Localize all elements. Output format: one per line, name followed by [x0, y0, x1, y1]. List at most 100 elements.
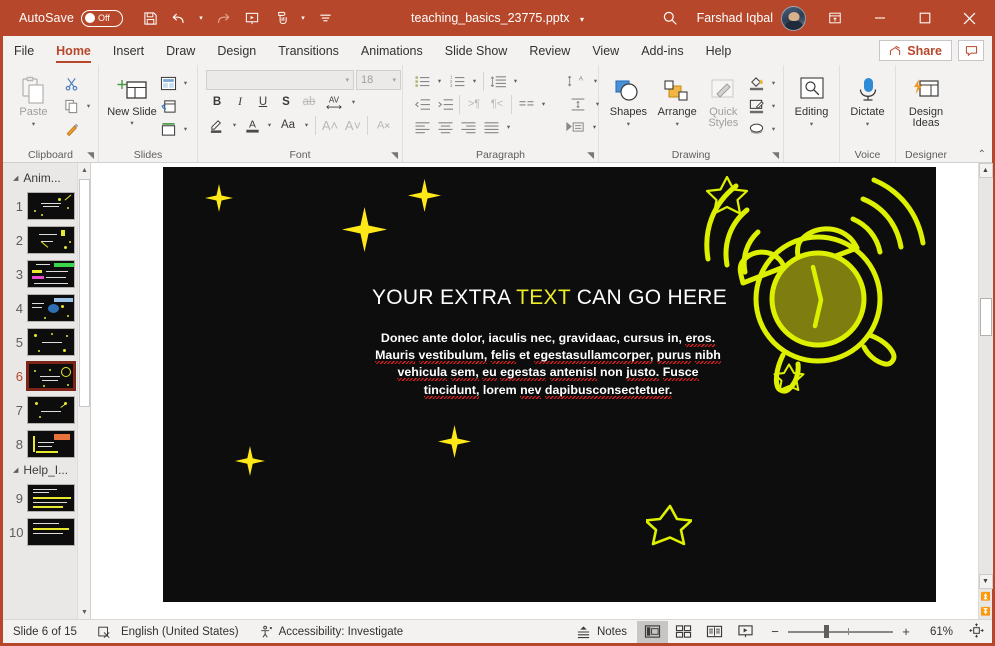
slide-layout-icon[interactable] — [157, 72, 179, 94]
collapse-ribbon-icon[interactable]: ⌃ — [978, 149, 986, 160]
columns-icon[interactable] — [515, 93, 537, 115]
tab-animations[interactable]: Animations — [350, 36, 434, 65]
line-spacing-caret[interactable]: ▾ — [510, 77, 521, 85]
align-center-icon[interactable] — [434, 116, 456, 138]
start-presentation-icon[interactable] — [239, 5, 265, 31]
character-spacing-caret[interactable]: ▾ — [348, 98, 359, 106]
accessibility-status[interactable]: Accessibility: Investigate — [249, 620, 414, 643]
notes-button[interactable]: Notes — [566, 620, 637, 643]
design-ideas-button[interactable]: Design Ideas — [900, 70, 952, 129]
thumbnail-scroll-thumb[interactable] — [79, 179, 90, 407]
paste-dropdown-caret[interactable]: ▾ — [28, 120, 39, 128]
increase-font-size-button[interactable]: A˄ — [319, 114, 341, 136]
quick-styles-button[interactable]: Quick Styles — [702, 70, 745, 129]
shape-outline-caret[interactable]: ▾ — [768, 102, 779, 110]
bullets-caret[interactable]: ▾ — [434, 77, 445, 85]
next-slide-button[interactable]: ⏬ — [979, 604, 993, 619]
zoom-out-button[interactable]: − — [769, 624, 781, 639]
dictate-caret[interactable]: ▾ — [862, 120, 873, 128]
customize-qat-icon[interactable] — [312, 5, 338, 31]
zoom-slider-thumb[interactable] — [824, 625, 829, 638]
close-icon[interactable] — [947, 0, 992, 36]
tab-add-ins[interactable]: Add-ins — [630, 36, 694, 65]
section-icon[interactable] — [157, 118, 179, 140]
zoom-in-button[interactable]: + — [900, 624, 912, 639]
slide-editing-surface[interactable]: YOUR EXTRA TEXT CAN GO HERE Donec ante d… — [163, 167, 936, 602]
ribbon-display-options-icon[interactable] — [812, 0, 857, 36]
font-color-icon[interactable]: A — [241, 114, 263, 136]
thumb-preview-selected[interactable] — [27, 362, 75, 390]
thumb-preview[interactable] — [27, 396, 75, 424]
text-shadow-button[interactable]: S — [275, 91, 297, 113]
reset-slide-icon[interactable] — [157, 95, 179, 117]
format-painter-icon[interactable] — [60, 118, 82, 140]
character-spacing-button[interactable]: AV — [321, 91, 347, 113]
scroll-up-arrow[interactable]: ▲ — [979, 163, 993, 178]
ltr-icon[interactable]: >¶ — [463, 93, 485, 115]
paste-button[interactable]: Paste ▾ — [7, 70, 60, 128]
autosave-control[interactable]: AutoSave Off — [19, 10, 123, 27]
justify-icon[interactable] — [480, 116, 502, 138]
italic-button[interactable]: I — [229, 91, 251, 113]
text-highlight-caret[interactable]: ▾ — [229, 121, 240, 129]
section-dropdown-caret[interactable]: ▾ — [180, 125, 191, 133]
autosave-toggle[interactable]: Off — [81, 10, 123, 27]
comments-button[interactable] — [958, 40, 984, 61]
font-size-caret[interactable]: ▾ — [392, 76, 396, 84]
normal-view-button[interactable] — [637, 621, 668, 643]
document-title[interactable]: teaching_basics_23775.pptx — [411, 11, 569, 25]
copy-dropdown-caret[interactable]: ▾ — [83, 102, 94, 110]
user-account[interactable]: Farshad Iqbal — [687, 6, 812, 31]
font-name-input[interactable]: ▾ — [206, 70, 354, 90]
slide-thumbnail-pane[interactable]: ◢ Anim... 1 2 — [3, 163, 91, 619]
touch-mode-icon[interactable] — [268, 5, 294, 31]
thumb-preview[interactable] — [27, 328, 75, 356]
scroll-down-arrow[interactable]: ▼ — [979, 574, 993, 589]
copy-icon[interactable] — [60, 95, 82, 117]
thumb-preview[interactable] — [27, 226, 75, 254]
text-direction-icon[interactable]: A — [563, 70, 589, 92]
language-status[interactable]: English (United States) — [121, 620, 249, 643]
slide-show-view-button[interactable] — [730, 621, 761, 643]
decrease-indent-icon[interactable] — [411, 93, 433, 115]
dictate-button[interactable]: Dictate ▾ — [844, 70, 891, 128]
clipboard-dialog-launcher[interactable]: ◥ — [87, 150, 94, 161]
bullets-icon[interactable] — [411, 70, 433, 92]
spell-check-status[interactable] — [87, 620, 121, 643]
shape-effects-icon[interactable] — [745, 118, 767, 140]
avatar[interactable] — [781, 6, 806, 31]
thumbnail-scroll-up-arrow[interactable]: ▲ — [78, 163, 91, 177]
decrease-font-size-button[interactable]: A˅ — [342, 114, 364, 136]
slide-layout-dropdown-caret[interactable]: ▾ — [180, 79, 191, 87]
numbering-caret[interactable]: ▾ — [469, 77, 480, 85]
cut-icon[interactable] — [60, 72, 82, 94]
tab-insert[interactable]: Insert — [102, 36, 155, 65]
tab-review[interactable]: Review — [518, 36, 581, 65]
font-dialog-launcher[interactable]: ◥ — [391, 150, 398, 161]
share-button[interactable]: Share — [879, 40, 952, 61]
thumbnail-scroll-down-arrow[interactable]: ▼ — [78, 605, 91, 619]
slide-sorter-view-button[interactable] — [668, 621, 699, 643]
tab-help[interactable]: Help — [695, 36, 743, 65]
redo-icon[interactable] — [210, 5, 236, 31]
new-slide-dropdown-caret[interactable]: ▾ — [127, 119, 138, 127]
search-icon[interactable] — [653, 4, 687, 32]
underline-button[interactable]: U — [252, 91, 274, 113]
numbering-icon[interactable]: 123 — [446, 70, 468, 92]
slide-body-text[interactable]: Donec ante dolor, iaculis nec, gravidaac… — [283, 330, 813, 399]
bold-button[interactable]: B — [206, 91, 228, 113]
tab-transitions[interactable]: Transitions — [267, 36, 350, 65]
shapes-caret[interactable]: ▾ — [623, 120, 634, 128]
justify-caret[interactable]: ▾ — [503, 123, 514, 131]
shape-fill-caret[interactable]: ▾ — [768, 79, 779, 87]
rtl-icon[interactable]: ¶< — [486, 93, 508, 115]
minimize-icon[interactable] — [857, 0, 902, 36]
tab-file[interactable]: File — [3, 36, 45, 65]
fit-slide-to-window-icon[interactable] — [961, 623, 992, 641]
tab-slide-show[interactable]: Slide Show — [434, 36, 519, 65]
scroll-track[interactable] — [979, 178, 993, 574]
drawing-dialog-launcher[interactable]: ◥ — [772, 150, 779, 161]
columns-caret[interactable]: ▾ — [538, 100, 549, 108]
save-icon[interactable] — [137, 5, 163, 31]
font-size-input[interactable]: 18 ▾ — [356, 70, 401, 90]
